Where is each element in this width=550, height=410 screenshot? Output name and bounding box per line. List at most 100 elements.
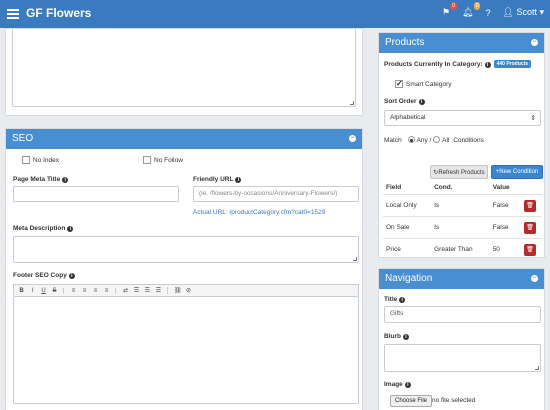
match-any-label: Any	[416, 137, 428, 144]
app-title[interactable]: GF Flowers	[26, 6, 91, 20]
collapse-icon[interactable]: −	[531, 39, 538, 46]
align-justify-icon[interactable]: ≡	[103, 288, 110, 294]
no-index-checkbox[interactable]: No Index	[22, 156, 59, 164]
numbered-list-icon[interactable]: ☰	[144, 287, 151, 294]
info-icon: i	[399, 297, 406, 303]
seo-panel-header: SEO −	[6, 129, 362, 149]
align-left-icon[interactable]: ≡	[70, 288, 77, 294]
bell-badge: 0	[473, 2, 481, 10]
match-suffix: Conditions	[453, 137, 484, 144]
collapse-icon[interactable]: −	[349, 135, 356, 142]
condition-operator: Is	[431, 216, 490, 239]
products-panel: Products − Products Currently In Categor…	[378, 32, 545, 261]
outdent-icon[interactable]: ☰	[155, 287, 162, 294]
match-row: Match Any / All Conditions	[384, 136, 484, 144]
match-any-radio[interactable]	[407, 136, 415, 143]
align-right-icon[interactable]: ≡	[92, 288, 99, 294]
meta-description-textarea[interactable]	[13, 236, 359, 263]
navigation-title: Navigation	[385, 273, 433, 284]
image-label: Image i	[384, 381, 411, 388]
flag-icon[interactable]: ⚑ 0	[442, 2, 458, 18]
checkbox-box[interactable]	[395, 79, 403, 88]
hamburger-menu-icon[interactable]	[7, 9, 19, 19]
info-icon: i	[68, 273, 75, 279]
column-header: Cond.	[431, 181, 490, 195]
condition-operator: Greater Than	[431, 238, 490, 261]
help-icon[interactable]: ?	[485, 8, 490, 18]
no-file-selected: no file selected	[432, 397, 476, 404]
nav-title-label: Title i	[384, 296, 406, 303]
collapse-icon[interactable]: −	[531, 275, 538, 282]
condition-operator: Is	[431, 194, 490, 217]
meta-title-input[interactable]	[13, 186, 179, 202]
actual-url-prefix: Actual URL:	[193, 209, 228, 216]
match-all-radio[interactable]	[433, 136, 441, 143]
info-icon: i	[67, 226, 74, 232]
italic-icon[interactable]: I	[29, 288, 36, 294]
trash-icon[interactable]: 🗑︎	[524, 199, 537, 212]
unlink-icon[interactable]: ⊘	[185, 287, 192, 294]
table-row: Price Greater Than 50 🗑︎	[383, 238, 542, 261]
blurb-label: Blurb i	[384, 333, 409, 340]
seo-title: SEO	[12, 133, 34, 144]
no-follow-checkbox[interactable]: No Follow	[143, 156, 183, 164]
actual-url-link[interactable]: /productCategory.cfm?cat0=1529	[230, 209, 326, 216]
friendly-url-input[interactable]: (ie. /flowers-by-occasions/Anniversary-F…	[193, 186, 359, 202]
sort-order-select[interactable]: Alphabetical ⇕	[384, 110, 541, 126]
flag-badge: 0	[450, 2, 458, 10]
checkbox-box[interactable]	[143, 156, 151, 164]
friendly-url-label: Friendly URL i	[193, 176, 242, 183]
refresh-products-button[interactable]: ↻Refresh Products	[430, 165, 488, 179]
navigation-panel-header: Navigation −	[379, 269, 544, 289]
checkbox-box[interactable]	[22, 156, 30, 164]
resize-grip-icon[interactable]	[353, 257, 357, 261]
footer-seo-copy-editor[interactable]	[13, 296, 359, 404]
blurb-textarea[interactable]	[384, 344, 541, 372]
no-index-label: No Index	[33, 156, 60, 164]
bell-icon[interactable]: 🔔︎ 0	[462, 2, 481, 18]
chevron-down-icon: ▾	[539, 7, 544, 17]
trash-icon[interactable]: 🗑︎	[524, 221, 537, 234]
column-header: Field	[383, 181, 432, 195]
table-row: Local Only Is False 🗑︎	[383, 194, 542, 217]
content-textarea[interactable]	[12, 29, 356, 107]
condition-field: On Sale	[383, 216, 432, 239]
trash-icon[interactable]: 🗑︎	[524, 243, 537, 256]
conditions-table: Field Cond. Value Local Only Is False 🗑︎…	[383, 181, 542, 261]
meta-description-label: Meta Description i	[13, 225, 74, 232]
bullet-list-icon[interactable]: ☰	[133, 287, 140, 294]
underline-icon[interactable]: U	[40, 288, 47, 294]
footer-seo-copy-label: Footer SEO Copy i	[13, 272, 75, 279]
choose-file-button[interactable]: Choose File	[390, 395, 433, 407]
smart-category-checkbox[interactable]: Smart Category	[395, 79, 452, 88]
bold-icon[interactable]: B	[18, 288, 25, 294]
actual-url: Actual URL: /productCategory.cfm?cat0=15…	[193, 209, 325, 216]
content-panel	[5, 28, 363, 116]
match-separator: /	[429, 137, 432, 144]
seo-panel: SEO − No Index No Follow Page Meta Title…	[5, 128, 363, 410]
new-condition-button[interactable]: +New Condition	[491, 165, 543, 179]
condition-field: Price	[383, 238, 432, 261]
editor-toolbar: B I U S ≡ ≡ ≡ ≡ ⇄ ☰ ☰ ☰ ⛓ ⊘	[13, 284, 359, 296]
condition-value: False	[489, 216, 522, 239]
info-icon: i	[62, 177, 69, 183]
nav-title-input[interactable]: Gifts	[384, 306, 541, 323]
resize-grip-icon[interactable]	[535, 366, 539, 370]
meta-title-label: Page Meta Title i	[13, 176, 69, 183]
match-all-label: All	[442, 137, 450, 144]
navigation-panel: Navigation − Title i Gifts Blurb i Image i …	[378, 268, 545, 410]
products-title: Products	[385, 37, 425, 48]
indent-icon[interactable]: ⇄	[122, 287, 129, 294]
products-panel-header: Products −	[379, 33, 544, 53]
resize-grip-icon[interactable]	[350, 101, 354, 105]
info-icon: i	[404, 382, 411, 388]
align-center-icon[interactable]: ≡	[81, 288, 88, 294]
link-icon[interactable]: ⛓	[174, 287, 182, 294]
condition-value: False	[489, 194, 522, 217]
info-icon: i	[418, 99, 425, 105]
user-icon: 👤︎	[502, 7, 514, 17]
column-header: Value	[489, 181, 522, 195]
products-count-badge: 440 Products	[493, 60, 532, 68]
user-menu[interactable]: 👤︎ Scott ▾	[502, 7, 544, 18]
strikethrough-icon[interactable]: S	[51, 288, 58, 294]
